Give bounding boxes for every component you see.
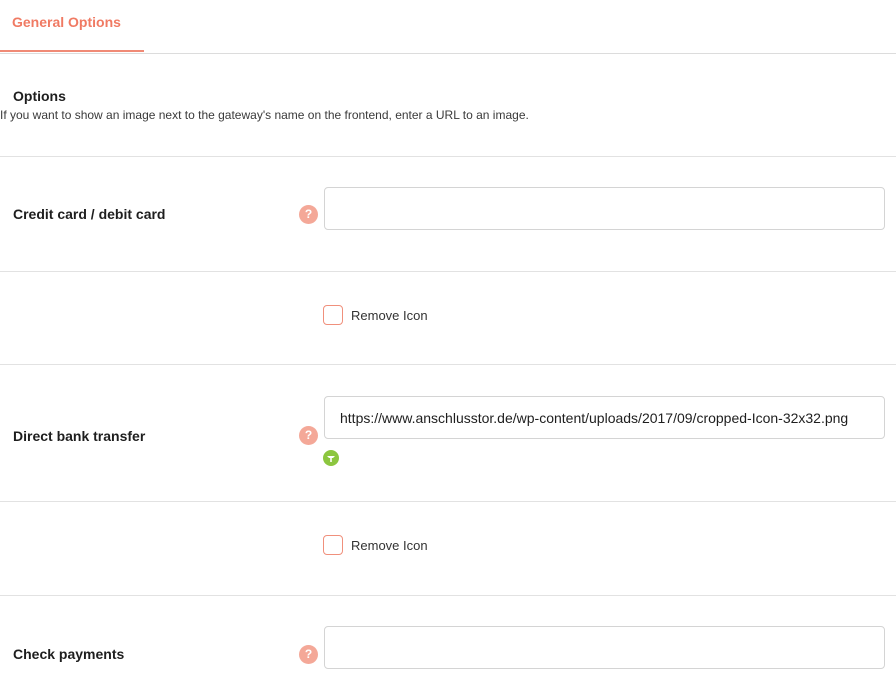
credit-card-icon-url-input[interactable] <box>324 187 885 230</box>
divider <box>0 501 896 502</box>
direct-bank-transfer-label: Direct bank transfer <box>13 428 146 444</box>
tab-general-options[interactable]: General Options <box>0 0 144 52</box>
section-title: Options <box>13 88 66 104</box>
check-payments-icon-url-input[interactable] <box>324 626 885 669</box>
direct-bank-transfer-help-icon[interactable]: ? <box>299 426 318 445</box>
divider <box>0 364 896 365</box>
credit-card-remove-icon-checkbox[interactable] <box>323 305 343 325</box>
credit-card-label: Credit card / debit card <box>13 206 166 222</box>
direct-bank-transfer-remove-icon-checkbox[interactable] <box>323 535 343 555</box>
tab-general-options-label: General Options <box>12 14 121 30</box>
tab-bar: General Options <box>0 0 896 54</box>
section-description: If you want to show an image next to the… <box>0 108 529 122</box>
green-gateway-icon <box>323 450 339 466</box>
direct-bank-transfer-icon-url-input[interactable] <box>324 396 885 439</box>
check-payments-help-icon[interactable]: ? <box>299 645 318 664</box>
credit-card-remove-icon-label: Remove Icon <box>351 308 428 323</box>
divider <box>0 271 896 272</box>
credit-card-help-icon[interactable]: ? <box>299 205 318 224</box>
direct-bank-transfer-remove-icon-label: Remove Icon <box>351 538 428 553</box>
check-payments-label: Check payments <box>13 646 125 662</box>
divider <box>0 156 896 157</box>
divider <box>0 595 896 596</box>
